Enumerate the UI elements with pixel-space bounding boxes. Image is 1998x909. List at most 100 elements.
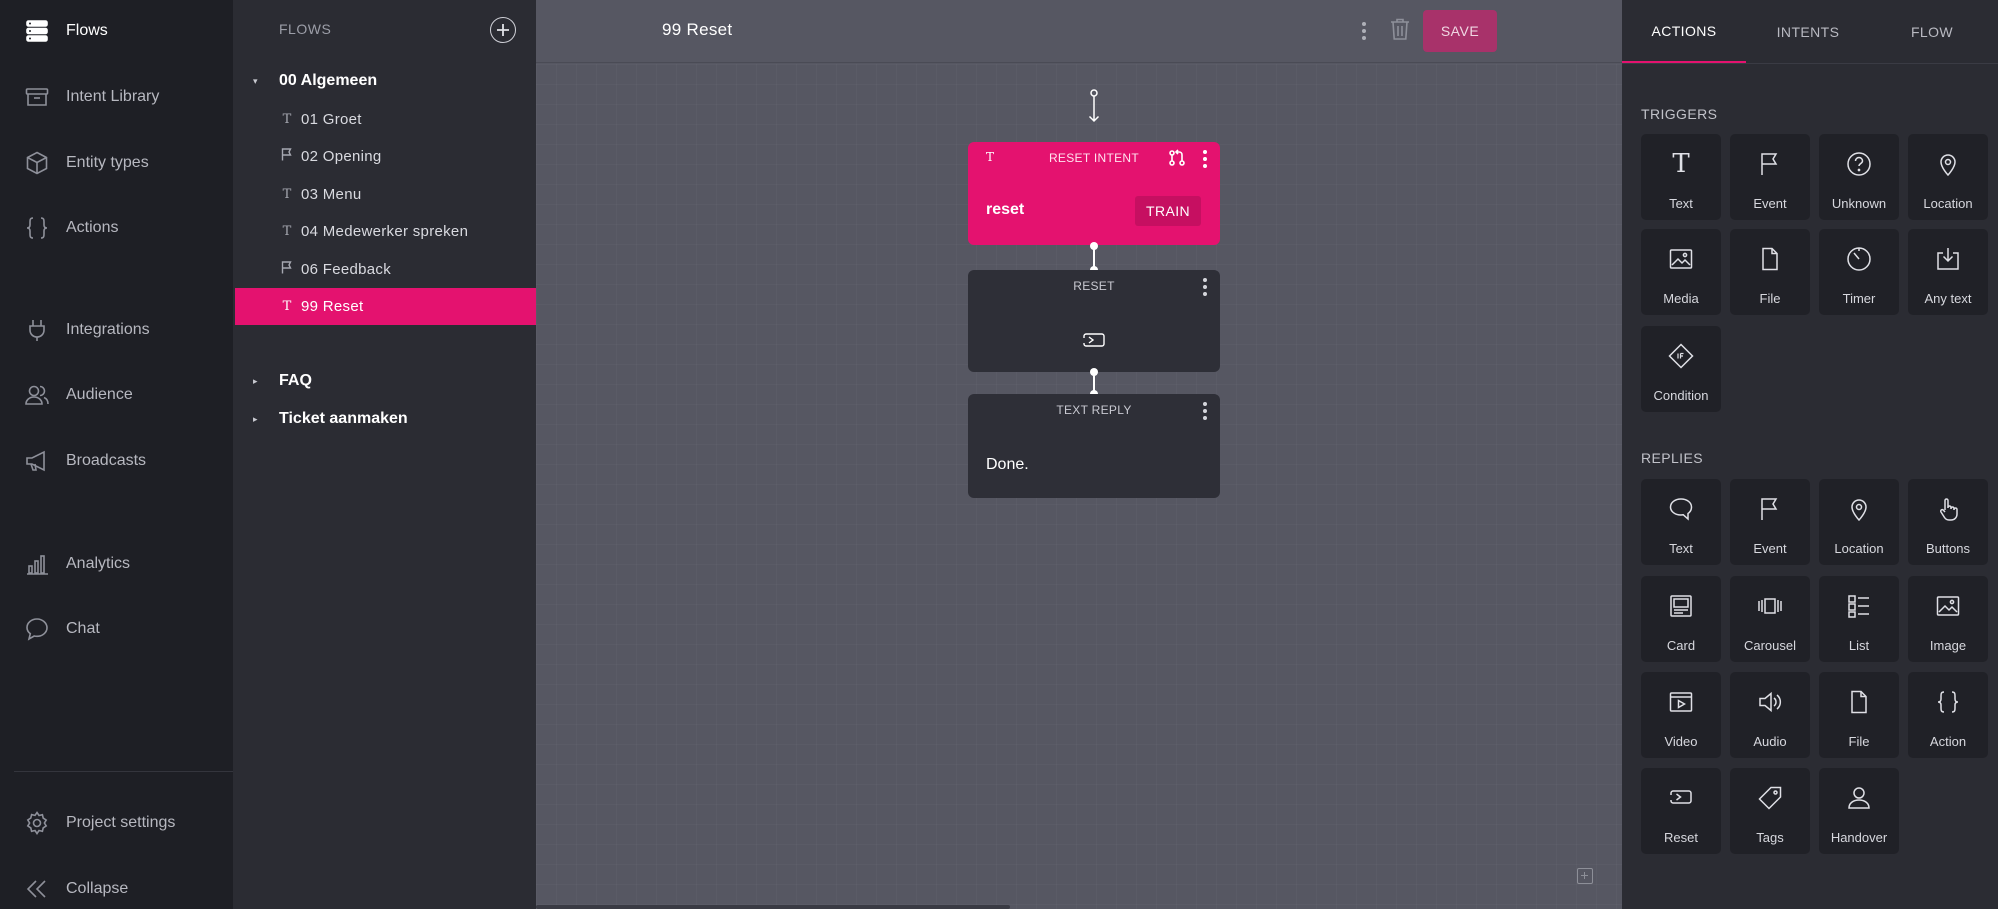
flow-item[interactable]: 06 Feedback [235, 251, 536, 288]
card-header: RESET [968, 270, 1220, 302]
text-reply-card[interactable]: TEXT REPLY Done. [968, 394, 1220, 498]
reply-tile-image[interactable]: Image [1908, 576, 1988, 662]
reset-card[interactable]: RESET [968, 270, 1220, 372]
main-navigation: Flows Intent Library Entity types Action… [0, 0, 233, 909]
nav-item-integrations[interactable]: Integrations [0, 305, 233, 355]
reply-tile-carousel[interactable]: Carousel [1730, 576, 1810, 662]
tile-label: Event [1753, 196, 1787, 211]
trigger-tile-condition[interactable]: Condition [1641, 326, 1721, 412]
card-header: TEXT REPLY [968, 394, 1220, 426]
reply-tile-handover[interactable]: Handover [1819, 768, 1899, 854]
reply-tile-file[interactable]: File [1819, 672, 1899, 758]
add-flow-button[interactable] [490, 17, 516, 43]
archive-icon [24, 84, 50, 110]
reply-tile-list[interactable]: List [1819, 576, 1899, 662]
trigger-tile-file[interactable]: File [1730, 229, 1810, 315]
flow-item-name: 04 Medewerker spreken [301, 223, 469, 240]
horizontal-scrollbar[interactable] [536, 905, 1010, 909]
reply-tile-event[interactable]: Event [1730, 479, 1810, 565]
reply-tile-video[interactable]: Video [1641, 672, 1721, 758]
flow-item-name: 99 Reset [301, 298, 364, 315]
card-menu-button[interactable] [1202, 150, 1208, 168]
text-trigger-icon: T [282, 224, 292, 239]
flow-item[interactable]: 02 Opening [235, 138, 536, 175]
flow-item-name: 02 Opening [301, 148, 382, 165]
tile-label: Buttons [1925, 541, 1971, 556]
trigger-card[interactable]: T RESET INTENT reset TRAIN [968, 142, 1220, 245]
flow-item[interactable]: T 01 Groet [235, 101, 536, 138]
plus-icon [497, 24, 509, 36]
nav-label: Broadcasts [66, 452, 147, 469]
nav-item-project-settings[interactable]: Project settings [0, 798, 233, 848]
reply-tile-reset[interactable]: Reset [1641, 768, 1721, 854]
connector-dot [1090, 242, 1098, 250]
nav-item-analytics[interactable]: Analytics [0, 539, 233, 589]
flow-item[interactable]: T 04 Medewerker spreken [235, 213, 536, 250]
save-button[interactable]: SAVE [1423, 10, 1497, 52]
tile-label: Reset [1664, 830, 1698, 845]
nav-item-broadcasts[interactable]: Broadcasts [0, 436, 233, 486]
tab-intents[interactable]: INTENTS [1746, 0, 1870, 63]
card-menu-button[interactable] [1202, 278, 1208, 296]
flow-canvas[interactable]: T RESET INTENT reset TRAIN RESET TEXT RE… [536, 64, 1622, 909]
condition-icon [1641, 342, 1721, 370]
tab-flow[interactable]: FLOW [1870, 0, 1994, 63]
braces-icon [1908, 688, 1988, 716]
file-icon [1819, 688, 1899, 716]
nav-item-chat[interactable]: Chat [0, 604, 233, 654]
trigger-tile-unknown[interactable]: Unknown [1819, 134, 1899, 220]
reply-tile-audio[interactable]: Audio [1730, 672, 1810, 758]
flow-group-00-algemeen[interactable]: ▾ 00 Algemeen [233, 63, 536, 99]
flow-group-ticket-aanmaken[interactable]: ▸ Ticket aanmaken [233, 401, 536, 437]
nav-label: Audience [66, 386, 133, 403]
tile-label: Any text [1924, 291, 1972, 306]
nav-label: Project settings [66, 814, 176, 831]
tile-label: Condition [1653, 388, 1709, 403]
flag-icon [280, 148, 294, 165]
branch-icon[interactable] [1168, 149, 1186, 167]
carousel-icon [1730, 592, 1810, 620]
tab-actions[interactable]: ACTIONS [1622, 0, 1746, 63]
reply-tile-action[interactable]: Action [1908, 672, 1988, 758]
flow-group-faq[interactable]: ▸ FAQ [233, 363, 536, 399]
chevron-right-icon: ▸ [253, 413, 258, 424]
tile-label: Audio [1753, 734, 1787, 749]
trigger-tile-timer[interactable]: Timer [1819, 229, 1899, 315]
tile-label: Text [1669, 196, 1693, 211]
nav-item-audience[interactable]: Audience [0, 370, 233, 420]
delete-flow-button[interactable] [1389, 17, 1411, 43]
trigger-tile-media[interactable]: Media [1641, 229, 1721, 315]
nav-label: Collapse [66, 880, 129, 897]
pointer-hand-icon [1908, 495, 1988, 523]
location-pin-icon [1908, 150, 1988, 178]
flow-item-name: 03 Menu [301, 186, 362, 203]
nav-item-collapse[interactable]: Collapse [0, 864, 233, 909]
list-icon [1819, 592, 1899, 620]
card-menu-button[interactable] [1202, 402, 1208, 420]
question-icon [1819, 150, 1899, 178]
more-options-button[interactable] [1354, 18, 1374, 44]
reply-tile-tags[interactable]: Tags [1730, 768, 1810, 854]
flow-item[interactable]: T 03 Menu [235, 176, 536, 213]
tile-label: Timer [1842, 291, 1876, 306]
trigger-tile-text[interactable]: T Text [1641, 134, 1721, 220]
nav-item-actions[interactable]: Actions [0, 203, 233, 253]
card-header: T RESET INTENT [968, 142, 1220, 174]
train-button[interactable]: TRAIN [1135, 196, 1201, 226]
trigger-tile-event[interactable]: Event [1730, 134, 1810, 220]
replies-section-title: REPLIES [1641, 450, 1703, 466]
nav-item-intent-library[interactable]: Intent Library [0, 72, 233, 122]
reply-tile-card[interactable]: Card [1641, 576, 1721, 662]
tile-label: Location [1834, 541, 1884, 556]
nav-item-flows[interactable]: Flows [0, 6, 233, 56]
trigger-tile-any-text[interactable]: Any text [1908, 229, 1988, 315]
reply-tile-location[interactable]: Location [1819, 479, 1899, 565]
reply-tile-text[interactable]: Text [1641, 479, 1721, 565]
reply-tile-buttons[interactable]: Buttons [1908, 479, 1988, 565]
person-icon [1819, 784, 1899, 812]
tile-label: Card [1666, 638, 1696, 653]
flow-item-selected[interactable]: T 99 Reset [235, 288, 536, 325]
trigger-tile-location[interactable]: Location [1908, 134, 1988, 220]
nav-item-entity-types[interactable]: Entity types [0, 138, 233, 188]
zoom-in-button[interactable] [1577, 868, 1593, 884]
